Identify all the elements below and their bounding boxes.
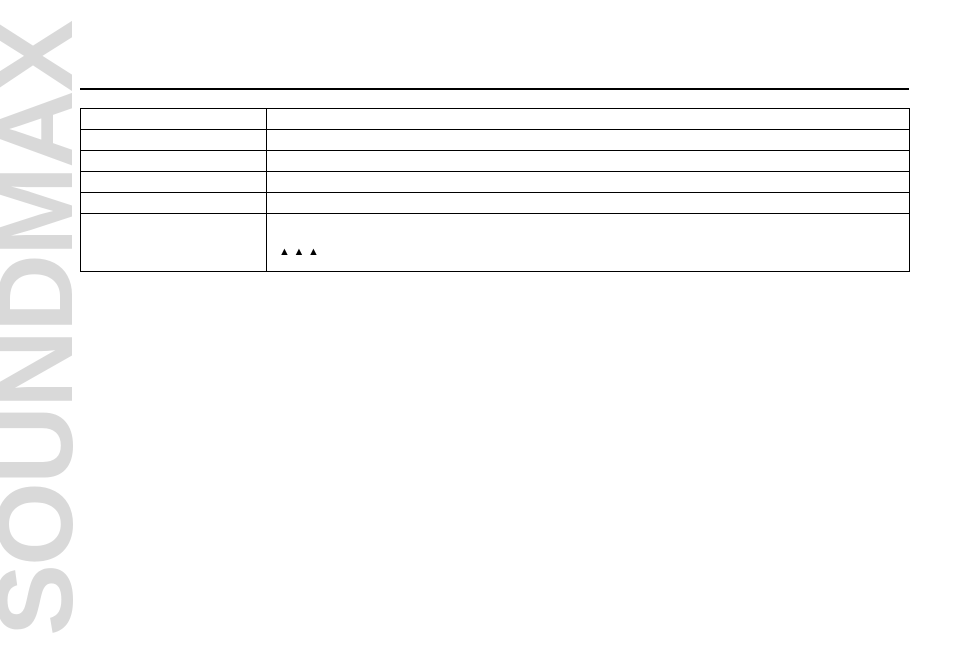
eject-icon: ▲ bbox=[279, 245, 290, 260]
eject-icon: ▲ bbox=[294, 245, 305, 260]
table-row bbox=[81, 130, 910, 151]
row-content bbox=[267, 193, 910, 214]
row-label bbox=[81, 151, 267, 172]
table-row bbox=[81, 172, 910, 193]
row-label bbox=[81, 193, 267, 214]
row-label bbox=[81, 172, 267, 193]
row-content bbox=[267, 172, 910, 193]
eject-icon: ▲ bbox=[308, 245, 319, 260]
row-content bbox=[267, 109, 910, 130]
horizontal-rule bbox=[80, 88, 909, 90]
row-label bbox=[81, 130, 267, 151]
table-row: ▲ ▲ ▲ bbox=[81, 214, 910, 272]
troubleshoot-table: ▲ ▲ ▲ bbox=[80, 108, 910, 272]
table-row bbox=[81, 151, 910, 172]
table-row bbox=[81, 109, 910, 130]
row-label bbox=[81, 214, 267, 272]
row-content bbox=[267, 130, 910, 151]
row-content: ▲ ▲ ▲ bbox=[267, 214, 910, 272]
row-content bbox=[267, 151, 910, 172]
table-row bbox=[81, 193, 910, 214]
row-label bbox=[81, 109, 267, 130]
